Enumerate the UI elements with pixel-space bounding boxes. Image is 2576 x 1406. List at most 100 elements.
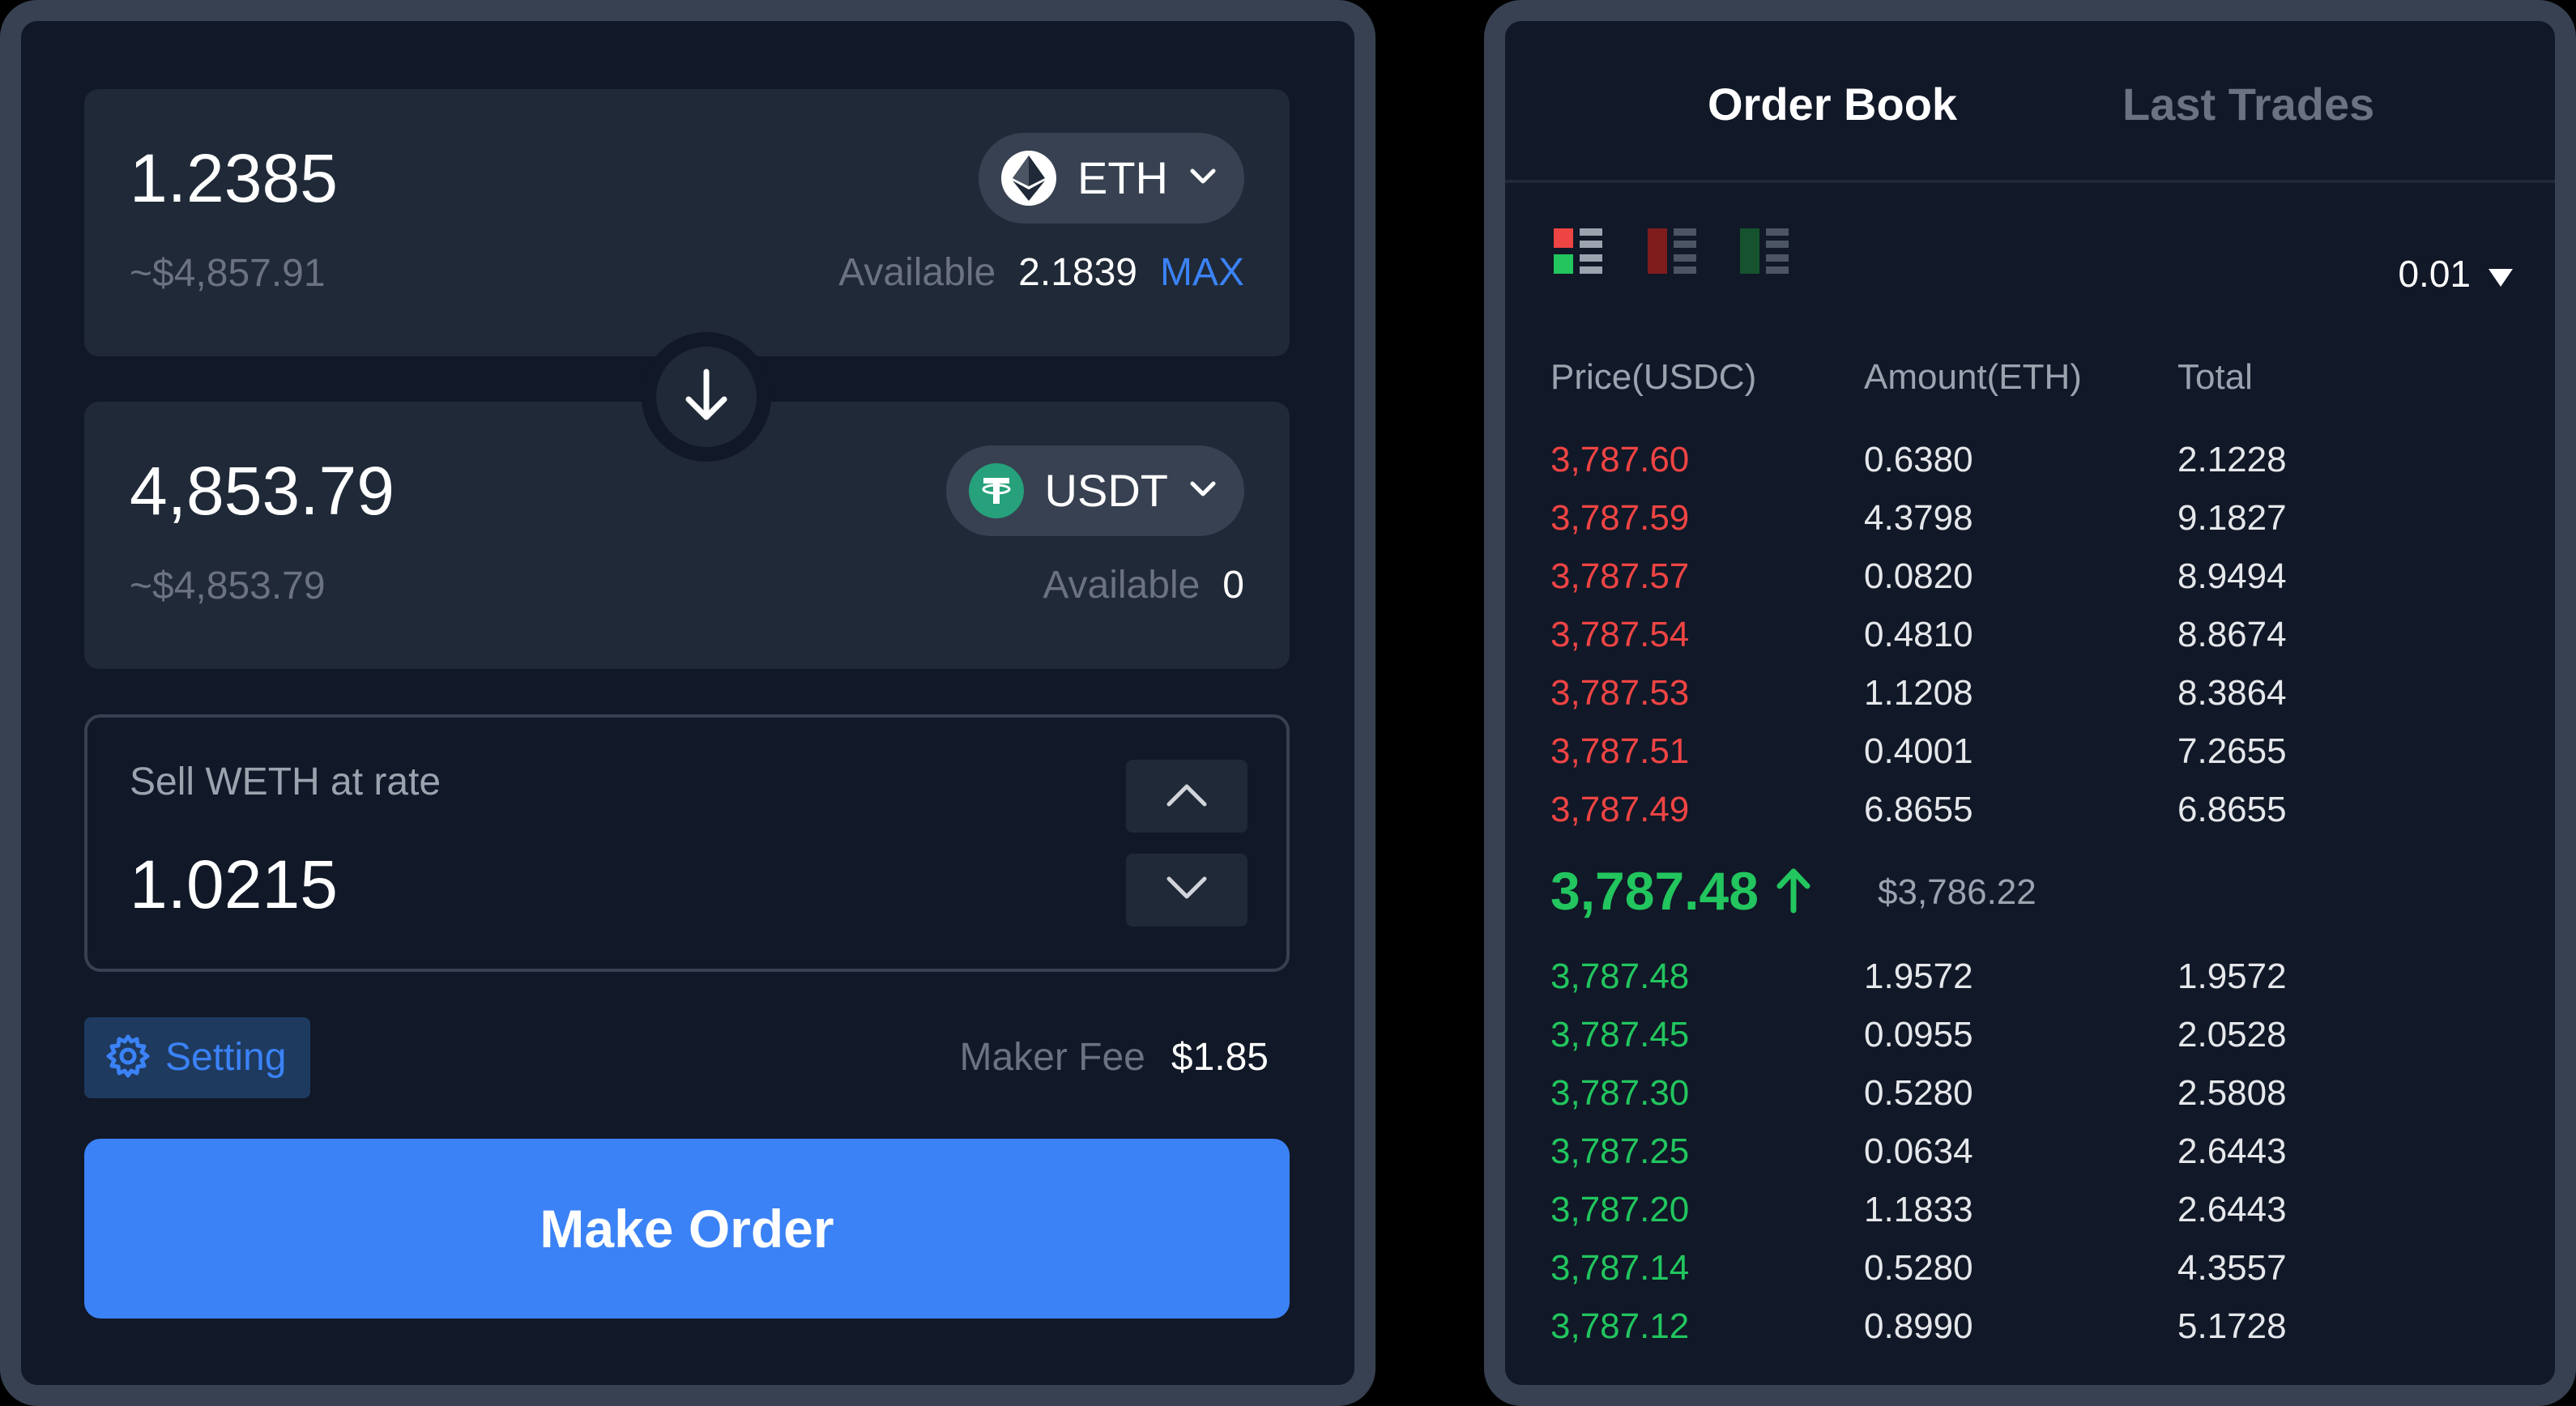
ask-row[interactable]: 3,787.59 4.3798 9.1827 (1505, 489, 2555, 547)
column-header-total: Total (2177, 357, 2253, 397)
bid-price: 3,787.20 (1550, 1190, 1690, 1229)
ask-total: 2.1228 (2177, 440, 2287, 479)
setting-button[interactable]: Setting (84, 1017, 311, 1098)
ask-amount: 6.8655 (1864, 790, 1973, 829)
ask-price: 3,787.60 (1550, 440, 1690, 479)
from-token-name: ETH (1077, 152, 1168, 203)
tab-last-trades[interactable]: Last Trades (2122, 76, 2374, 133)
ask-price: 3,787.51 (1550, 731, 1690, 771)
ask-row[interactable]: 3,787.49 6.8655 6.8655 (1505, 781, 2555, 839)
ask-total: 6.8655 (2177, 790, 2287, 829)
ask-amount: 0.4810 (1864, 615, 1973, 654)
ask-price: 3,787.54 (1550, 615, 1690, 654)
bid-row[interactable]: 3,787.25 0.0634 2.6443 (1505, 1123, 2555, 1181)
ask-amount: 0.4001 (1864, 731, 1973, 771)
usdt-icon (968, 463, 1024, 518)
to-available-value: 0 (1222, 564, 1244, 607)
ask-row[interactable]: 3,787.60 0.6380 2.1228 (1505, 431, 2555, 489)
column-header-price: Price(USDC) (1550, 357, 1757, 397)
bid-total: 2.0528 (2177, 1015, 2287, 1054)
maker-fee-value: $1.85 (1171, 1036, 1269, 1079)
bid-total: 2.5808 (2177, 1073, 2287, 1113)
bid-price: 3,787.30 (1550, 1073, 1690, 1113)
mid-price: 3,787.48 (1550, 861, 1759, 921)
bid-row[interactable]: 3,787.45 0.0955 2.0528 (1505, 1006, 2555, 1064)
tab-order-book[interactable]: Order Book (1708, 76, 1957, 133)
available-label: Available (838, 251, 996, 294)
rate-decrement-button[interactable] (1126, 854, 1247, 927)
rate-increment-button[interactable] (1126, 760, 1247, 833)
gear-icon (105, 1033, 151, 1083)
caret-down-icon (2489, 248, 2513, 300)
precision-selector[interactable]: 0.01 (2398, 248, 2513, 300)
ask-total: 7.2655 (2177, 731, 2287, 771)
ask-row[interactable]: 3,787.54 0.4810 8.8674 (1505, 606, 2555, 664)
rate-input-box[interactable]: Sell WETH at rate 1.0215 (84, 714, 1290, 972)
ask-price: 3,787.59 (1550, 498, 1690, 538)
to-usd-value: ~$4,853.79 (130, 565, 326, 607)
bid-total: 4.3557 (2177, 1248, 2287, 1288)
ask-row[interactable]: 3,787.57 0.0820 8.9494 (1505, 547, 2555, 606)
from-available-value: 2.1839 (1018, 251, 1137, 294)
ask-amount: 0.6380 (1864, 440, 1973, 479)
orderbook-panel: Order Book Last Trades 0.01 Price(USDC) … (1484, 0, 2576, 1406)
ask-total: 8.9494 (2177, 556, 2287, 596)
from-token-card: 1.2385 ~$4,857.91 ETH Available 2.1839 M… (84, 89, 1290, 356)
bid-amount: 0.5280 (1864, 1073, 1973, 1113)
maker-fee-label: Maker Fee (959, 1036, 1145, 1079)
bid-amount: 0.0955 (1864, 1015, 1973, 1054)
view-asks-icon[interactable] (1648, 227, 1696, 275)
bid-row[interactable]: 3,787.48 1.9572 1.9572 (1505, 948, 2555, 1006)
rate-label: Sell WETH at rate (130, 761, 441, 803)
bid-row[interactable]: 3,787.12 0.8990 5.1728 (1505, 1297, 2555, 1356)
bid-row[interactable]: 3,787.30 0.5280 2.5808 (1505, 1064, 2555, 1123)
available-label: Available (1043, 564, 1201, 607)
rate-input[interactable]: 1.0215 (130, 844, 338, 925)
bid-amount: 0.8990 (1864, 1306, 1973, 1346)
arrow-down-icon (682, 367, 731, 428)
to-token-name: USDT (1044, 465, 1168, 516)
bid-price: 3,787.25 (1550, 1131, 1690, 1171)
bid-row[interactable]: 3,787.14 0.5280 4.3557 (1505, 1239, 2555, 1297)
orderbook-tabs: Order Book Last Trades (1505, 21, 2555, 183)
to-amount-input[interactable]: 4,853.79 (130, 450, 395, 531)
ask-price: 3,787.57 (1550, 556, 1690, 596)
maker-fee-row: Maker Fee $1.85 (959, 1027, 1269, 1089)
ask-row[interactable]: 3,787.53 1.1208 8.3864 (1505, 664, 2555, 722)
ask-amount: 0.0820 (1864, 556, 1973, 596)
ask-price: 3,787.49 (1550, 790, 1690, 829)
to-available-row: Available 0 (1043, 559, 1244, 612)
bid-amount: 1.1833 (1864, 1190, 1973, 1229)
bid-total: 1.9572 (2177, 957, 2287, 996)
mid-price-row: 3,787.48 (1550, 850, 1812, 931)
ask-total: 8.8674 (2177, 615, 2287, 654)
bid-price: 3,787.45 (1550, 1015, 1690, 1054)
chevron-down-icon (1189, 168, 1217, 190)
chevron-down-icon (1165, 875, 1209, 906)
make-order-button[interactable]: Make Order (84, 1139, 1290, 1319)
view-both-icon[interactable] (1554, 227, 1602, 275)
swap-panel: 1.2385 ~$4,857.91 ETH Available 2.1839 M… (0, 0, 1375, 1406)
ask-row[interactable]: 3,787.51 0.4001 7.2655 (1505, 722, 2555, 781)
swap-direction-button[interactable] (642, 332, 771, 462)
chevron-up-icon (1165, 781, 1209, 812)
ask-amount: 1.1208 (1864, 673, 1973, 713)
ask-amount: 4.3798 (1864, 498, 1973, 538)
max-button[interactable]: MAX (1160, 246, 1244, 300)
mid-price-usd: $3,786.22 (1878, 872, 2036, 912)
ask-total: 9.1827 (2177, 498, 2287, 538)
from-amount-input[interactable]: 1.2385 (130, 138, 338, 219)
chevron-down-icon (1189, 480, 1217, 502)
eth-icon (1001, 151, 1056, 206)
arrow-up-icon (1775, 865, 1812, 918)
bid-amount: 0.5280 (1864, 1248, 1973, 1288)
bid-price: 3,787.12 (1550, 1306, 1690, 1346)
view-bids-icon[interactable] (1740, 227, 1789, 275)
to-token-selector[interactable]: USDT (945, 445, 1244, 536)
from-usd-value: ~$4,857.91 (130, 252, 326, 295)
bid-amount: 1.9572 (1864, 957, 1973, 996)
bid-price: 3,787.14 (1550, 1248, 1690, 1288)
from-token-selector[interactable]: ETH (979, 133, 1244, 224)
bid-row[interactable]: 3,787.20 1.1833 2.6443 (1505, 1181, 2555, 1239)
bid-amount: 0.0634 (1864, 1131, 1973, 1171)
